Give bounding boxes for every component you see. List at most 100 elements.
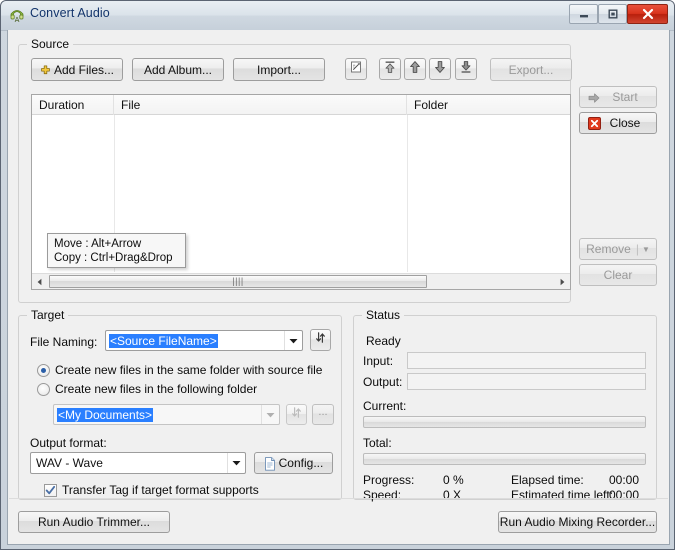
dialog-client-area: Source Add Files... Add Album... Import.…: [7, 30, 670, 545]
scroll-thumb-grip: ||||: [232, 276, 244, 286]
edit-properties-button[interactable]: [345, 58, 367, 80]
output-folder-combo[interactable]: <My Documents>: [53, 404, 280, 425]
move-up-button[interactable]: [404, 58, 426, 80]
output-folder-dropdown-arrow[interactable]: [261, 405, 279, 424]
restore-icon: [599, 5, 626, 23]
close-red-icon: [588, 117, 601, 133]
output-format-label: Output format:: [30, 436, 107, 450]
current-label: Current:: [363, 399, 407, 413]
minimize-button[interactable]: [569, 4, 598, 24]
move-to-top-button[interactable]: [379, 58, 401, 80]
output-format-value: WAV - Wave: [36, 456, 103, 470]
horizontal-scroll-thumb[interactable]: ||||: [49, 275, 427, 288]
scroll-left-icon: [36, 273, 44, 290]
run-audio-trimmer-button[interactable]: Run Audio Trimmer...: [18, 511, 170, 533]
scroll-right-icon: [558, 273, 566, 290]
move-down-icon: [433, 60, 447, 79]
remove-label: Remove: [586, 242, 631, 256]
config-label: Config...: [278, 456, 324, 470]
close-window-button[interactable]: [627, 4, 668, 24]
output-folder-swap-button[interactable]: [286, 404, 307, 425]
close-icon: [628, 5, 667, 23]
estimated-label: Estimated time left:: [511, 488, 614, 502]
estimated-value: 00:00: [609, 488, 640, 502]
source-group-legend: Source: [27, 37, 74, 51]
column-divider-2: [407, 115, 408, 272]
output-field: [407, 373, 646, 390]
swap-arrows-icon: [314, 331, 327, 349]
document-icon: [264, 457, 276, 474]
status-state: Ready: [366, 334, 401, 348]
file-naming-dropdown-arrow[interactable]: [284, 331, 302, 350]
column-header-file[interactable]: File: [114, 95, 407, 115]
column-header-folder[interactable]: Folder: [407, 95, 570, 115]
run-audio-trimmer-label: Run Audio Trimmer...: [37, 515, 151, 529]
tooltip-line-1: Move : Alt+Arrow: [54, 238, 142, 250]
drag-drop-tooltip: Move : Alt+Arrow Copy : Ctrl+Drag&Drop: [47, 233, 186, 268]
output-format-combo[interactable]: WAV - Wave: [30, 452, 246, 474]
move-down-button[interactable]: [429, 58, 451, 80]
audio-convert-icon: A: [9, 7, 25, 24]
output-folder-value-wrap: <My Documents>: [54, 407, 261, 422]
target-group: Target File Naming: <Source FileName> Cr…: [18, 308, 342, 500]
radio-following-folder-indicator[interactable]: [37, 382, 50, 396]
transfer-tag-label: Transfer Tag if target format supports: [62, 483, 259, 497]
config-button[interactable]: Config...: [254, 452, 333, 474]
progress-label: Progress:: [363, 473, 415, 487]
minimize-icon: [570, 5, 597, 23]
transfer-tag-checkbox[interactable]: [44, 483, 57, 497]
transfer-tag-checkbox-row[interactable]: Transfer Tag if target format supports: [44, 483, 259, 497]
add-files-label: Add Files...: [53, 62, 115, 77]
run-audio-mixing-recorder-button[interactable]: Run Audio Mixing Recorder...: [498, 511, 657, 533]
input-field: [407, 352, 646, 369]
move-up-icon: [408, 60, 422, 79]
close-button[interactable]: Close: [579, 112, 657, 134]
maximize-button[interactable]: [598, 4, 627, 24]
file-naming-combo[interactable]: <Source FileName>: [105, 330, 303, 351]
add-files-button[interactable]: Add Files...: [31, 58, 123, 81]
start-button[interactable]: Start: [579, 86, 657, 108]
start-arrow-icon: [588, 92, 600, 107]
chevron-down-icon[interactable]: ▼: [642, 245, 650, 254]
elapsed-label: Elapsed time:: [511, 473, 584, 487]
radio-following-folder[interactable]: Create new files in the following folder: [37, 382, 257, 396]
radio-same-folder-indicator[interactable]: [37, 363, 50, 377]
file-naming-value: <Source FileName>: [109, 333, 218, 348]
export-label: Export...: [508, 62, 554, 77]
clear-button[interactable]: Clear: [579, 264, 657, 286]
status-group: Status Ready Input: Output: Current: Tot…: [353, 308, 657, 502]
svg-text:A: A: [15, 16, 20, 23]
swap-arrows-icon-disabled: [290, 406, 303, 424]
export-button[interactable]: Export...: [490, 58, 572, 81]
import-label: Import...: [256, 62, 301, 77]
elapsed-value: 00:00: [609, 473, 640, 487]
title-bar: A Convert Audio: [1, 1, 674, 31]
browse-folder-button[interactable]: ...: [312, 404, 334, 425]
output-folder-value: <My Documents>: [57, 407, 154, 422]
output-label: Output:: [363, 375, 403, 389]
scroll-left-button[interactable]: [32, 274, 48, 289]
move-to-bottom-icon: [459, 60, 473, 79]
radio-same-folder-label: Create new files in the same folder with…: [55, 363, 323, 377]
progress-value: 0 %: [443, 473, 464, 487]
input-label: Input:: [363, 354, 394, 368]
scroll-right-button[interactable]: [554, 274, 570, 289]
column-header-duration[interactable]: Duration: [32, 95, 114, 115]
move-to-bottom-button[interactable]: [455, 58, 477, 80]
file-naming-swap-button[interactable]: [310, 329, 331, 351]
add-album-button[interactable]: Add Album...: [132, 58, 224, 81]
current-progress-bar: [363, 416, 646, 428]
output-format-dropdown-arrow[interactable]: [227, 453, 245, 473]
close-label: Close: [609, 116, 641, 130]
list-horizontal-scrollbar[interactable]: ||||: [32, 273, 570, 289]
plus-icon: [40, 65, 51, 79]
start-label: Start: [612, 90, 638, 104]
radio-same-folder[interactable]: Create new files in the same folder with…: [37, 363, 322, 377]
convert-audio-window: A Convert Audio Source Add Files... Add …: [0, 0, 675, 550]
remove-button[interactable]: Remove | ▼: [579, 238, 657, 260]
total-progress-bar: [363, 453, 646, 465]
speed-label: Speed:: [363, 488, 402, 502]
speed-value: 0 X: [443, 488, 462, 502]
import-button[interactable]: Import...: [233, 58, 325, 81]
clear-label: Clear: [603, 268, 633, 282]
